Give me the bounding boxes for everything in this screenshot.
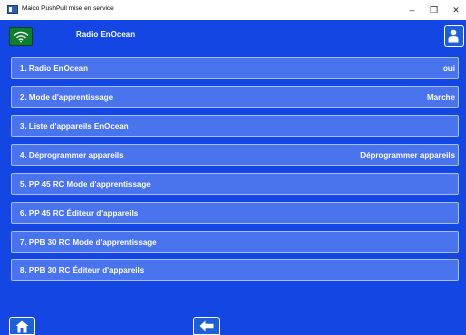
app-icon xyxy=(7,5,18,14)
menu-item-label: 3. Liste d'appareils EnOcean xyxy=(20,122,129,131)
back-button[interactable] xyxy=(193,317,220,335)
user-icon xyxy=(448,29,459,43)
window-titlebar: Maico PushPull mise en service – ❐ ✕ xyxy=(0,0,466,20)
maximize-button[interactable]: ❐ xyxy=(427,3,441,17)
menu-item-learning-mode[interactable]: 2. Mode d'apprentissage Marche xyxy=(11,86,459,108)
menu-item-ppb30-device-editor[interactable]: 8. PPB 30 RC Éditeur d'appareils xyxy=(11,259,459,281)
menu-item-label: 6. PP 45 RC Éditeur d'appareils xyxy=(20,209,139,218)
menu-item-pp45-learning-mode[interactable]: 5. PP 45 RC Mode d'apprentissage xyxy=(11,173,459,195)
home-button[interactable] xyxy=(9,317,35,335)
menu-item-device-list[interactable]: 3. Liste d'appareils EnOcean xyxy=(11,115,459,137)
back-arrow-icon xyxy=(199,320,214,332)
menu-item-label: 4. Déprogrammer appareils xyxy=(20,151,124,160)
menu-item-deprogram-devices[interactable]: 4. Déprogrammer appareils Déprogrammer a… xyxy=(11,144,459,166)
menu-item-label: 2. Mode d'apprentissage xyxy=(20,93,114,102)
bottom-bar xyxy=(0,313,466,335)
menu-item-radio-enocean[interactable]: 1. Radio EnOcean oui xyxy=(11,57,459,79)
menu-item-ppb30-learning-mode[interactable]: 7. PPB 30 RC Mode d'apprentissage xyxy=(11,231,459,253)
menu-item-label: 8. PPB 30 RC Éditeur d'appareils xyxy=(20,266,145,275)
user-button[interactable] xyxy=(444,25,464,47)
page-title: Radio EnOcean xyxy=(76,30,136,39)
wifi-button[interactable] xyxy=(9,27,33,46)
menu-item-value: oui xyxy=(443,64,455,73)
menu-item-label: 7. PPB 30 RC Mode d'apprentissage xyxy=(20,238,157,247)
app-header xyxy=(0,20,466,52)
minimize-button[interactable]: – xyxy=(405,3,419,17)
wifi-signal-icon xyxy=(13,31,29,43)
home-icon xyxy=(15,320,29,333)
menu-list: 1. Radio EnOcean oui 2. Mode d'apprentis… xyxy=(0,52,466,313)
menu-item-value: Déprogrammer appareils xyxy=(360,151,455,160)
window-title: Maico PushPull mise en service xyxy=(22,5,114,12)
menu-item-label: 5. PP 45 RC Mode d'apprentissage xyxy=(20,180,151,189)
menu-item-pp45-device-editor[interactable]: 6. PP 45 RC Éditeur d'appareils xyxy=(11,202,459,224)
close-button[interactable]: ✕ xyxy=(449,3,463,17)
menu-item-label: 1. Radio EnOcean xyxy=(20,64,89,73)
menu-item-value: Marche xyxy=(426,93,455,102)
